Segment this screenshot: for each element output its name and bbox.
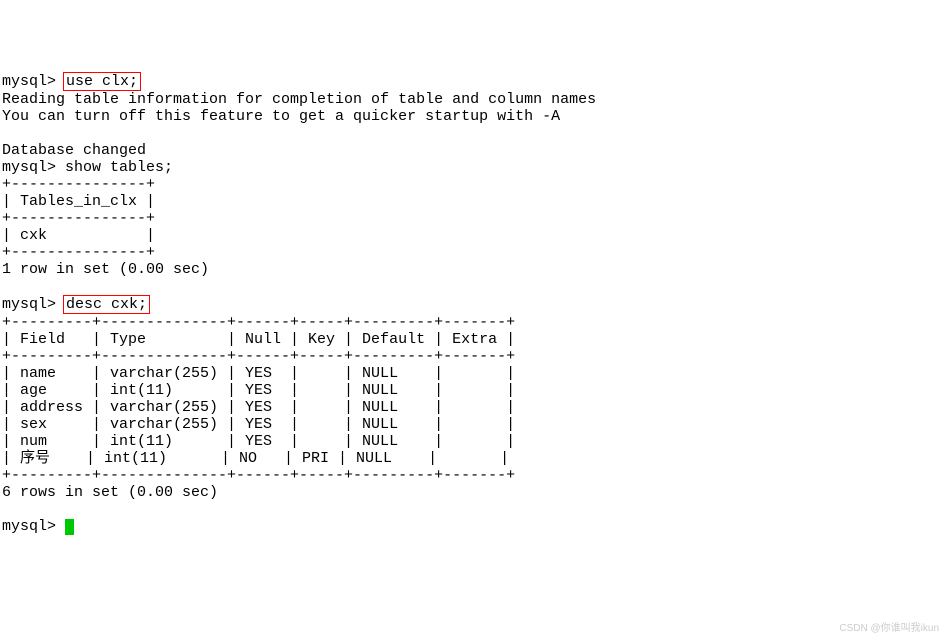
table-border: +---------+--------------+------+-----+-… [2,467,515,484]
info-line: Reading table information for completion… [2,91,596,108]
table-row: | sex | varchar(255) | YES | | NULL | | [2,416,515,433]
table-border: +---------------+ [2,176,155,193]
table-row: | num | int(11) | YES | | NULL | | [2,433,515,450]
table-row: | address | varchar(255) | YES | | NULL … [2,399,515,416]
table-border: +---------+--------------+------+-----+-… [2,314,515,331]
cursor[interactable] [65,519,74,535]
table-border: +---------------+ [2,210,155,227]
table-header: | Field | Type | Null | Key | Default | … [2,331,515,348]
command-show-tables: show tables; [65,159,173,176]
prompt: mysql> [2,73,65,90]
table-header: | Tables_in_clx | [2,193,155,210]
table-border: +---------+--------------+------+-----+-… [2,348,515,365]
db-changed: Database changed [2,142,146,159]
result-summary: 1 row in set (0.00 sec) [2,261,209,278]
result-summary: 6 rows in set (0.00 sec) [2,484,218,501]
prompt: mysql> [2,296,65,313]
table-border: +---------------+ [2,244,155,261]
info-line: You can turn off this feature to get a q… [2,108,560,125]
table-row: | 序号 | int(11) | NO | PRI | NULL | | [2,450,509,467]
command-desc-cxk: desc cxk; [63,295,150,314]
terminal-output[interactable]: mysql> use clx; Reading table informatio… [2,73,596,535]
watermark: CSDN @你谁叫我ikun [839,620,939,637]
table-row: | age | int(11) | YES | | NULL | | [2,382,515,399]
table-row: | name | varchar(255) | YES | | NULL | | [2,365,515,382]
prompt: mysql> [2,159,65,176]
prompt: mysql> [2,518,65,535]
table-row: | cxk | [2,227,155,244]
command-use-clx: use clx; [63,72,141,91]
